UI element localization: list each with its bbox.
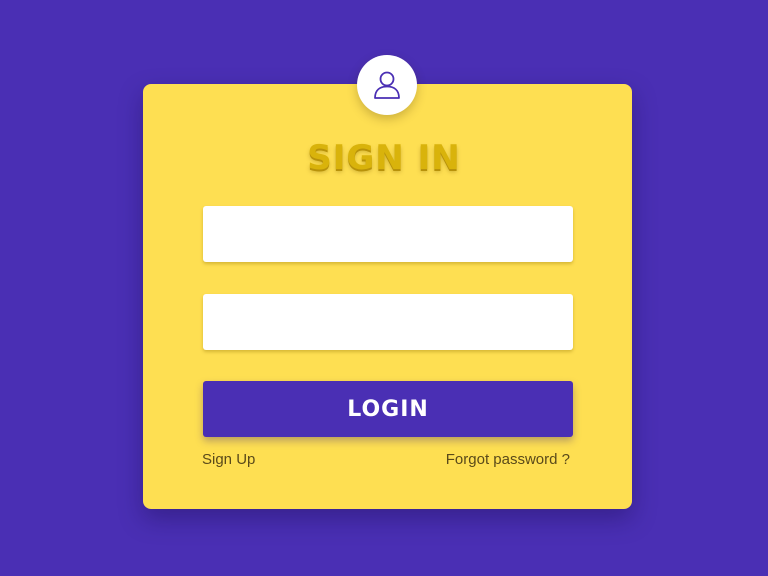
avatar [357, 55, 417, 115]
username-field[interactable] [203, 206, 573, 262]
forgot-password-link[interactable]: Forgot password ? [446, 451, 570, 468]
login-button[interactable]: LOGIN [203, 381, 573, 437]
sign-in-heading: SIGN IN [307, 138, 461, 178]
sign-up-link[interactable]: Sign Up [202, 451, 255, 468]
password-field[interactable] [203, 294, 573, 350]
user-icon [374, 71, 400, 99]
